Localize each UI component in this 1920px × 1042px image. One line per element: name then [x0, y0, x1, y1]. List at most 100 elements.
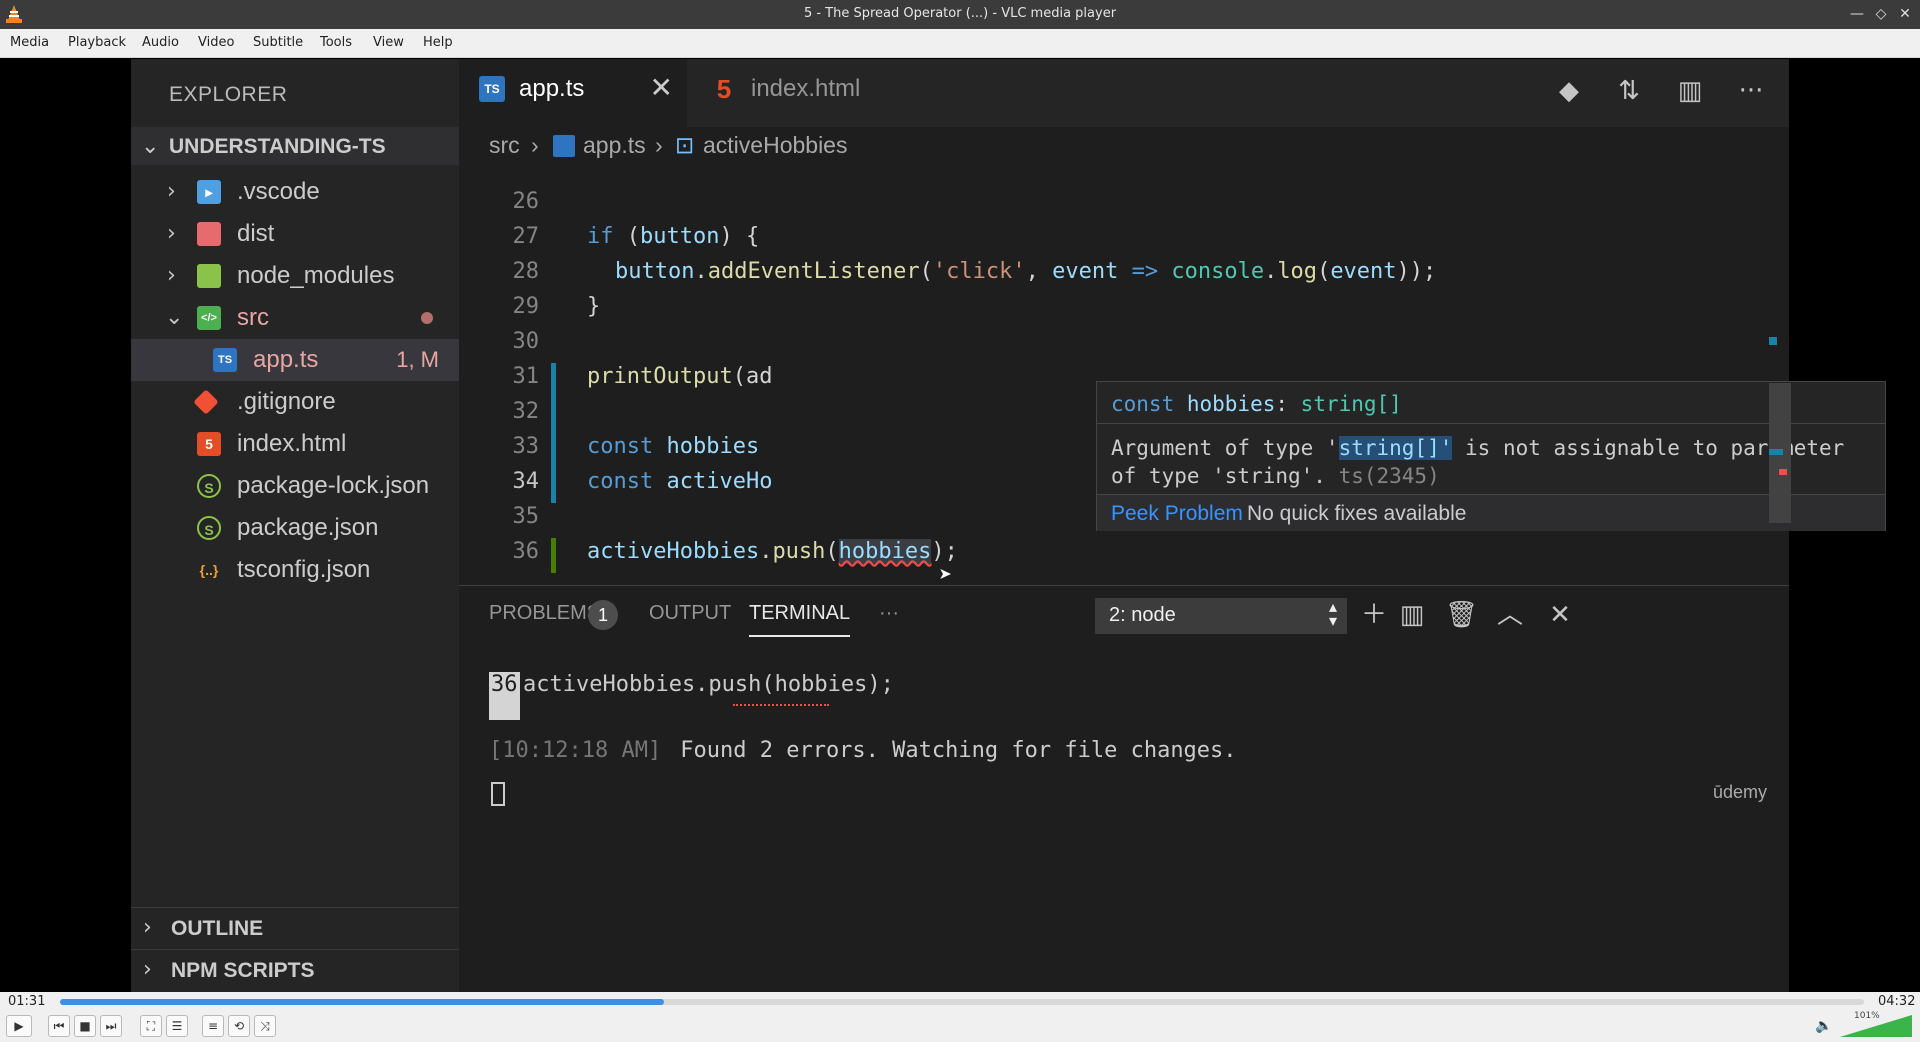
speaker-icon[interactable]: 🔈	[1815, 1018, 1832, 1034]
tree-item-label: .gitignore	[237, 388, 336, 415]
vscode-frame: EXPLORER ⌄ UNDERSTANDING-TS › ▸ .vscode …	[131, 59, 1886, 992]
json-braces-icon: {..}	[199, 562, 219, 578]
code-token: activeHo	[653, 469, 773, 494]
peek-problem-link[interactable]: Peek Problem	[1111, 502, 1243, 526]
udemy-watermark: ūdemy	[1712, 782, 1767, 802]
code-token: const	[587, 469, 654, 494]
menu-tools[interactable]: Tools	[320, 35, 352, 50]
close-window-button[interactable]: ✕	[1896, 5, 1914, 23]
code-token: 'click'	[932, 259, 1026, 284]
code-token: string[]	[1300, 392, 1402, 416]
title-bar: 5 - The Spread Operator (...) - VLC medi…	[0, 0, 1920, 29]
error-code: ts(2345)	[1338, 464, 1440, 488]
terminal-cursor	[491, 782, 505, 806]
line-number: 33	[512, 434, 540, 459]
maximize-panel-icon[interactable]: ︿	[1495, 600, 1525, 630]
tree-item-label: dist	[237, 220, 275, 247]
src-folder-icon: </>	[197, 306, 221, 330]
next-button[interactable]: ⏭	[100, 1015, 122, 1037]
tab-problems[interactable]: PROBLEMS	[489, 602, 600, 625]
code-token: hobbies	[1174, 392, 1276, 416]
line-number: 36	[512, 539, 540, 564]
select-arrows-icon: ▴ ▾	[1328, 599, 1337, 630]
fullscreen-button[interactable]: ⛶	[140, 1015, 162, 1037]
new-terminal-icon[interactable]: ＋	[1359, 600, 1389, 630]
tab-output[interactable]: OUTPUT	[649, 602, 731, 625]
terminal-code-line: activeHobbies.push(hobbies);	[523, 672, 894, 697]
close-icon: ✕	[649, 71, 673, 104]
error-underline	[733, 702, 829, 706]
menu-subtitle[interactable]: Subtitle	[253, 35, 303, 50]
tab-label: index.html	[751, 75, 861, 102]
chevron-right-icon: ›	[167, 221, 176, 246]
tab-index-html: 5 index.html	[691, 59, 923, 127]
shuffle-button[interactable]: ⤨	[254, 1015, 276, 1037]
code-token: ,	[1025, 259, 1053, 284]
json-file-icon: S	[197, 516, 221, 540]
code-token: (	[919, 259, 933, 284]
tab-terminal[interactable]: TERMINAL	[749, 602, 851, 637]
tab-app-ts: TS app.ts ✕	[459, 59, 687, 127]
minimize-button[interactable]: —	[1848, 5, 1866, 23]
menu-media[interactable]: Media	[10, 35, 49, 50]
code-token: ) {	[719, 224, 760, 249]
typescript-file-icon: TS	[479, 76, 505, 102]
restore-button[interactable]: ◇	[1872, 5, 1890, 23]
previous-button[interactable]: ⏮	[48, 1015, 70, 1037]
video-area[interactable]: EXPLORER ⌄ UNDERSTANDING-TS › ▸ .vscode …	[0, 59, 1920, 992]
terminal-line-number: 36	[489, 672, 520, 720]
git-compare-icon: ◆	[1559, 76, 1579, 106]
tree-item-tsconfig: {..} tsconfig.json	[131, 549, 459, 591]
menu-playback[interactable]: Playback	[68, 35, 126, 50]
menu-video[interactable]: Video	[198, 35, 234, 50]
trash-icon[interactable]: 🗑	[1445, 600, 1478, 630]
variable-icon: ⊡	[675, 132, 695, 158]
code-editor[interactable]: 26 27 28 29 30 31 32 33 34 35 36 if (but…	[459, 165, 1886, 645]
menu-bar: Media Playback Audio Video Subtitle Tool…	[0, 29, 1920, 58]
code-token: .	[694, 259, 708, 284]
line-number: 28	[512, 259, 540, 284]
vscode-folder-icon: ▸	[197, 180, 221, 204]
error-hover-popup: const hobbies: string[] Argument of type…	[1096, 381, 1886, 531]
chevron-right-icon: ›	[143, 915, 152, 940]
dist-folder-icon	[197, 222, 221, 246]
playlist-button[interactable]: ≡	[202, 1015, 224, 1037]
close-panel-icon[interactable]: ✕	[1545, 600, 1575, 630]
seek-progress	[60, 999, 665, 1005]
chevron-right-icon: ›	[655, 132, 663, 158]
problem-badge: 1, M	[396, 347, 439, 372]
seek-bar[interactable]	[60, 999, 1864, 1005]
minimap-marker	[1769, 449, 1783, 455]
menu-help[interactable]: Help	[423, 35, 453, 50]
code-line-29: }	[587, 294, 601, 319]
terminal-select[interactable]: 2: node ▴ ▾	[1095, 598, 1347, 634]
split-terminal-icon[interactable]: ▥	[1397, 600, 1427, 630]
breadcrumb: src › app.ts › ⊡ activeHobbies	[459, 127, 1789, 165]
extended-settings-button[interactable]: ☰	[166, 1015, 188, 1037]
tree-item-label: src	[237, 304, 269, 331]
error-message: Argument of type 'string[]' is not assig…	[1111, 434, 1876, 490]
tree-item-src: ⌄ </> src	[131, 297, 459, 339]
loop-button[interactable]: ⟲	[228, 1015, 250, 1037]
stop-button[interactable]: ■	[74, 1015, 96, 1037]
line-number: 26	[512, 189, 540, 214]
code-token: (	[613, 224, 640, 249]
code-token: .	[1264, 259, 1278, 284]
code-token: :	[1275, 392, 1301, 416]
added-gutter	[551, 538, 556, 573]
total-time: 04:32	[1878, 994, 1916, 1009]
source-control-icon: ⇅	[1618, 76, 1640, 106]
menu-audio[interactable]: Audio	[142, 35, 179, 50]
menu-view[interactable]: View	[373, 35, 404, 50]
tree-item-gitignore: .gitignore	[131, 381, 459, 423]
tree-item-label: package-lock.json	[237, 472, 430, 499]
tree-item-label: .vscode	[237, 178, 320, 205]
code-token: log	[1277, 259, 1318, 284]
chevron-right-icon: ›	[143, 957, 152, 982]
code-token: button	[640, 224, 720, 249]
more-panels-icon[interactable]: ···	[879, 602, 899, 625]
play-button[interactable]: ▶	[6, 1015, 32, 1037]
terminal-message: Found 2 errors. Watching for file change…	[667, 738, 1237, 763]
volume-slider[interactable]: 101%	[1840, 1011, 1912, 1037]
line-number: 29	[512, 294, 540, 319]
